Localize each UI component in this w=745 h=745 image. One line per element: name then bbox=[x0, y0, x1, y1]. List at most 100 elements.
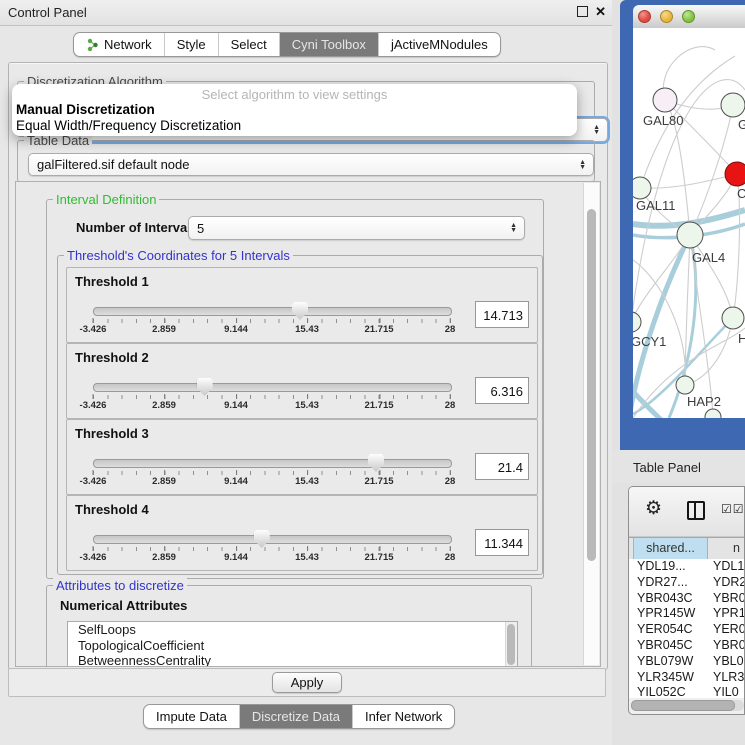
network-view-window: GAL80 G C GAL11 GAL4 GCY1 H HAP2 bbox=[620, 0, 745, 450]
numerical-attributes-list[interactable]: SelfLoops TopologicalCoefficient Between… bbox=[67, 621, 518, 667]
table-row[interactable]: YER054CYER0 bbox=[629, 622, 744, 638]
threshold-3-value[interactable]: 21.4 bbox=[475, 453, 529, 480]
tab-discretize-data[interactable]: Discretize Data bbox=[239, 705, 352, 728]
table-row[interactable]: YBL079WYBL0 bbox=[629, 654, 744, 670]
threshold-1-slider[interactable] bbox=[93, 307, 452, 316]
thresholds-group: Threshold's Coordinates for 5 Intervals … bbox=[57, 255, 543, 575]
threshold-2-slider[interactable] bbox=[93, 383, 452, 392]
node-label-gal11: GAL11 bbox=[636, 198, 676, 213]
list-item[interactable]: BetweennessCentrality bbox=[68, 653, 517, 667]
select-columns-icons[interactable]: ☑☑ bbox=[721, 502, 745, 516]
cyni-toolbox-panel: Discretization Algorithm ▲▼ Table Data g… bbox=[8, 62, 608, 670]
table-row[interactable]: YBR045CYBR0 bbox=[629, 638, 744, 654]
list-item[interactable]: SelfLoops bbox=[68, 622, 517, 638]
close-traffic-light-icon[interactable] bbox=[638, 10, 651, 23]
bottom-tabbar: Impute Data Discretize Data Infer Networ… bbox=[143, 704, 455, 729]
right-region: GAL80 G C GAL11 GAL4 GCY1 H HAP2 Table P… bbox=[612, 0, 745, 745]
node-label-g: G bbox=[738, 117, 745, 132]
network-node-gcy1[interactable] bbox=[633, 312, 641, 332]
tab-style[interactable]: Style bbox=[164, 33, 218, 56]
network-node-red[interactable] bbox=[725, 162, 745, 186]
table-header-row: shared... n bbox=[629, 537, 744, 560]
table-panel-title: Table Panel bbox=[633, 460, 701, 475]
stepper-icon: ▲▼ bbox=[510, 223, 517, 233]
column-header-shared-name[interactable]: shared... bbox=[633, 538, 708, 559]
columns-icon[interactable] bbox=[687, 501, 705, 520]
threshold-4-value[interactable]: 11.344 bbox=[475, 529, 529, 556]
node-label-gcy1: GCY1 bbox=[633, 334, 666, 349]
table-data-group: Table Data galFiltered.sif default node … bbox=[17, 140, 595, 182]
tab-impute-data[interactable]: Impute Data bbox=[144, 705, 239, 728]
table-data-select[interactable]: galFiltered.sif default node ▲▼ bbox=[28, 153, 594, 176]
number-of-intervals-label: Number of Intervals bbox=[76, 220, 198, 235]
slider-ticks bbox=[93, 395, 451, 399]
apply-button[interactable]: Apply bbox=[272, 672, 343, 693]
network-node-hap2[interactable] bbox=[676, 376, 694, 394]
table-horizontal-scrollbar[interactable] bbox=[631, 700, 744, 711]
threshold-2-value[interactable]: 6.316 bbox=[475, 377, 529, 404]
threshold-3-label: Threshold 3 bbox=[75, 426, 149, 441]
option-manual-discretization[interactable]: Manual Discretization bbox=[12, 102, 577, 118]
tab-network[interactable]: Network bbox=[74, 33, 164, 56]
settings-scrollbar[interactable] bbox=[583, 183, 599, 665]
table-row[interactable]: YPR145WYPR1 bbox=[629, 606, 744, 622]
control-panel-tabbar: Network Style Select Cyni Toolbox jActiv… bbox=[73, 32, 501, 57]
slider-ticks bbox=[93, 547, 451, 551]
screen: Control Panel ✕ Network Style Select Cyn bbox=[0, 0, 745, 745]
threshold-4-slider-thumb[interactable] bbox=[254, 530, 270, 548]
node-label-gal80: GAL80 bbox=[643, 113, 683, 128]
zoom-traffic-light-icon[interactable] bbox=[682, 10, 695, 23]
algorithm-placeholder: Select algorithm to view settings bbox=[12, 87, 577, 102]
stepper-icon: ▲▼ bbox=[579, 160, 586, 170]
list-item[interactable]: TopologicalCoefficient bbox=[68, 638, 517, 654]
column-header-name[interactable]: n bbox=[709, 538, 744, 559]
threshold-2-panel: Threshold 2 -3.426 2.859 9.144 15.43 21.… bbox=[66, 343, 538, 419]
tab-jactivemnodules[interactable]: jActiveMNodules bbox=[378, 33, 500, 56]
threshold-3-slider-thumb[interactable] bbox=[368, 454, 384, 472]
number-of-intervals-select[interactable]: 5 ▲▼ bbox=[188, 216, 525, 240]
threshold-1-slider-thumb[interactable] bbox=[292, 302, 308, 320]
threshold-1-value[interactable]: 14.713 bbox=[475, 301, 529, 328]
threshold-2-label: Threshold 2 bbox=[75, 350, 149, 365]
table-panel-header: Table Panel bbox=[612, 450, 745, 483]
close-icon[interactable]: ✕ bbox=[595, 5, 606, 18]
table-row[interactable]: YIL052CYIL0 bbox=[629, 685, 744, 698]
threshold-2-slider-thumb[interactable] bbox=[197, 378, 213, 396]
table-row[interactable]: YLR345WYLR3 bbox=[629, 670, 744, 686]
tab-infer-network[interactable]: Infer Network bbox=[352, 705, 454, 728]
interval-definition-group: Interval Definition Number of Intervals … bbox=[46, 199, 544, 579]
thresholds-group-title: Threshold's Coordinates for 5 Intervals bbox=[64, 248, 293, 263]
table-rows: YDL19...YDL1 YDR27...YDR2 YBR043CYBR0 YP… bbox=[629, 559, 744, 698]
network-node-bottom[interactable] bbox=[705, 409, 721, 418]
slider-ticks bbox=[93, 471, 451, 475]
network-canvas[interactable]: GAL80 G C GAL11 GAL4 GCY1 H HAP2 bbox=[633, 28, 745, 418]
apply-row: Apply bbox=[8, 668, 606, 697]
threshold-1-label: Threshold 1 bbox=[75, 274, 149, 289]
network-node-g[interactable] bbox=[721, 93, 745, 117]
threshold-3-panel: Threshold 3 -3.426 2.859 9.144 15.43 21.… bbox=[66, 419, 538, 495]
threshold-4-slider[interactable] bbox=[93, 535, 452, 544]
network-window-titlebar[interactable] bbox=[633, 5, 745, 29]
float-window-icon[interactable] bbox=[577, 6, 588, 17]
network-node-gal11[interactable] bbox=[633, 177, 651, 199]
network-node-h[interactable] bbox=[722, 307, 744, 329]
network-node-gal4[interactable] bbox=[677, 222, 703, 248]
slider-ticks bbox=[93, 319, 451, 323]
option-equal-width-frequency[interactable]: Equal Width/Frequency Discretization bbox=[12, 118, 577, 134]
table-toolbar: ⚙ ☑☑ bbox=[629, 487, 744, 537]
stepper-icon: ▲▼ bbox=[593, 125, 600, 135]
gear-icon[interactable]: ⚙ bbox=[645, 497, 662, 520]
table-row[interactable]: YBR043CYBR0 bbox=[629, 591, 744, 607]
minimize-traffic-light-icon[interactable] bbox=[660, 10, 673, 23]
tab-cyni-toolbox[interactable]: Cyni Toolbox bbox=[279, 33, 378, 56]
attributes-group-title: Attributes to discretize bbox=[53, 578, 187, 593]
threshold-3-slider[interactable] bbox=[93, 459, 452, 468]
attributes-scrollbar[interactable] bbox=[505, 622, 517, 667]
tab-select[interactable]: Select bbox=[218, 33, 279, 56]
threshold-4-panel: Threshold 4 -3.426 2.859 9.144 15.43 21.… bbox=[66, 495, 538, 571]
table-row[interactable]: YDR27...YDR2 bbox=[629, 575, 744, 591]
network-node-gal80[interactable] bbox=[653, 88, 677, 112]
network-tab-icon bbox=[86, 38, 99, 52]
table-row[interactable]: YDL19...YDL1 bbox=[629, 559, 744, 575]
node-label-hap2: HAP2 bbox=[687, 394, 721, 409]
